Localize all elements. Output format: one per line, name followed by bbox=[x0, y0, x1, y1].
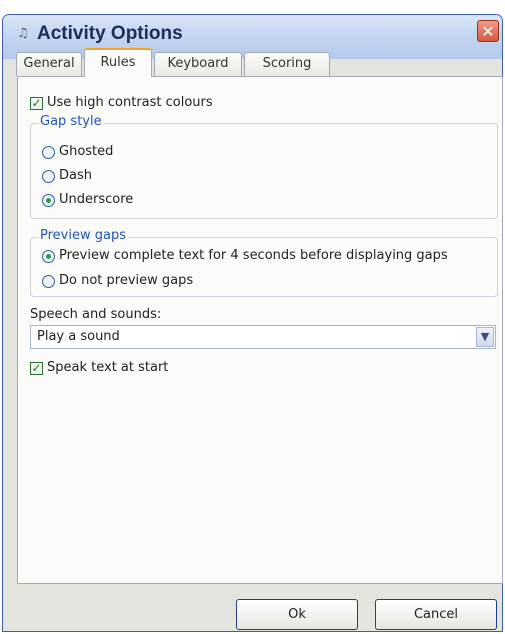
gap-style-dash-label[interactable]: Dash bbox=[59, 168, 92, 184]
rules-panel: ✓ Use high contrast colours Gap style Gh… bbox=[17, 76, 503, 584]
speech-sounds-label: Speech and sounds: bbox=[30, 307, 162, 322]
gap-style-ghosted-label[interactable]: Ghosted bbox=[59, 144, 113, 160]
gap-style-ghosted-radio[interactable] bbox=[42, 146, 55, 159]
preview-complete-text-label[interactable]: Preview complete text for 4 seconds befo… bbox=[59, 248, 448, 264]
preview-complete-text-radio[interactable] bbox=[42, 250, 55, 263]
speech-sounds-dropdown[interactable]: Play a sound ▼ bbox=[30, 325, 496, 349]
dialog-title: Activity Options bbox=[37, 23, 183, 44]
tab-scoring[interactable]: Scoring bbox=[244, 52, 330, 76]
do-not-preview-label[interactable]: Do not preview gaps bbox=[59, 273, 193, 289]
tab-general[interactable]: General bbox=[16, 52, 82, 76]
gap-style-dash-radio[interactable] bbox=[42, 170, 55, 183]
high-contrast-label: Use high contrast colours bbox=[47, 95, 213, 110]
speak-text-checkbox[interactable]: ✓ bbox=[30, 362, 43, 375]
close-icon[interactable]: ✕ bbox=[477, 20, 499, 42]
do-not-preview-radio[interactable] bbox=[42, 275, 55, 288]
app-icon: ♫ bbox=[17, 26, 29, 41]
gap-style-underscore-radio[interactable] bbox=[42, 194, 55, 207]
gap-style-label: Gap style bbox=[38, 114, 104, 129]
high-contrast-checkbox[interactable]: ✓ bbox=[30, 97, 43, 110]
tab-rules[interactable]: Rules bbox=[84, 48, 152, 77]
preview-gaps-label: Preview gaps bbox=[38, 228, 128, 243]
speak-text-label: Speak text at start bbox=[47, 360, 169, 375]
cancel-button[interactable]: Cancel bbox=[375, 599, 497, 630]
tab-keyboard[interactable]: Keyboard bbox=[154, 52, 242, 76]
chevron-down-icon[interactable]: ▼ bbox=[476, 327, 494, 347]
speech-sounds-value: Play a sound bbox=[37, 329, 120, 344]
gap-style-underscore-label[interactable]: Underscore bbox=[59, 192, 133, 208]
ok-button[interactable]: Ok bbox=[236, 599, 358, 630]
